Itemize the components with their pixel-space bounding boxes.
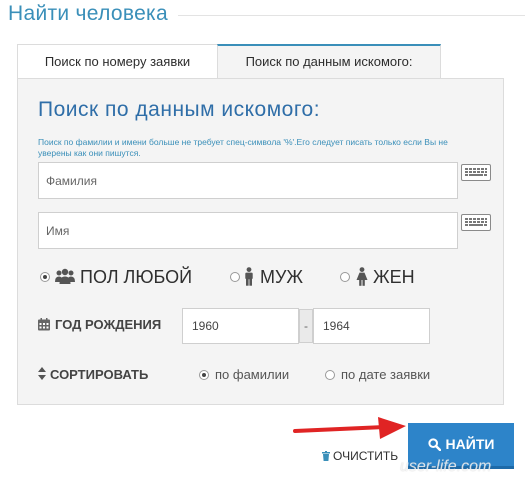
surname-field[interactable]	[38, 162, 458, 199]
sort-icon	[38, 367, 46, 385]
calendar-icon	[38, 318, 50, 336]
sort-by-date-radio[interactable]	[325, 370, 335, 380]
gender-any-radio[interactable]	[40, 272, 50, 282]
virtual-keyboard-icon[interactable]	[461, 214, 491, 231]
birth-year-to-field[interactable]	[313, 308, 430, 344]
clear-link[interactable]: ОЧИСТИТЬ	[322, 449, 398, 464]
tab-search-by-person-data[interactable]: Поиск по данным искомого:	[217, 44, 441, 79]
tab-search-by-request-number[interactable]: Поиск по номеру заявки	[17, 44, 217, 79]
gender-male-label: МУЖ	[260, 267, 304, 287]
page-title: Найти человека	[8, 2, 168, 25]
clear-label: ОЧИСТИТЬ	[333, 449, 399, 463]
form-heading: Поиск по данным искомого:	[38, 98, 321, 121]
pointer-arrow	[293, 417, 406, 439]
male-icon	[243, 267, 255, 291]
virtual-keyboard-icon[interactable]	[461, 164, 491, 181]
search-button-label: НАЙТИ	[445, 436, 495, 452]
year-range-separator: -	[299, 309, 313, 343]
gender-male-radio[interactable]	[230, 272, 240, 282]
sort-label: СОРТИРОВАТЬ	[50, 367, 149, 382]
gender-female-radio[interactable]	[340, 272, 350, 282]
watermark: user-life.com	[400, 458, 492, 475]
title-divider	[178, 15, 525, 16]
sort-by-surname-label: по фамилии	[215, 367, 290, 382]
gender-any-label: ПОЛ ЛЮБОЙ	[80, 267, 193, 287]
birth-year-from-field[interactable]	[182, 308, 299, 344]
gender-female-label: ЖЕН	[373, 267, 415, 287]
sort-by-surname-radio[interactable]	[199, 370, 209, 380]
form-hint: Поиск по фамилии и имени больше не требу…	[38, 137, 448, 158]
birth-year-label: ГОД РОЖДЕНИЯ	[55, 317, 162, 332]
users-icon	[54, 268, 76, 290]
sort-by-date-label: по дате заявки	[341, 367, 431, 382]
name-field[interactable]	[38, 212, 458, 249]
trash-icon	[322, 450, 330, 464]
female-icon	[355, 267, 369, 291]
